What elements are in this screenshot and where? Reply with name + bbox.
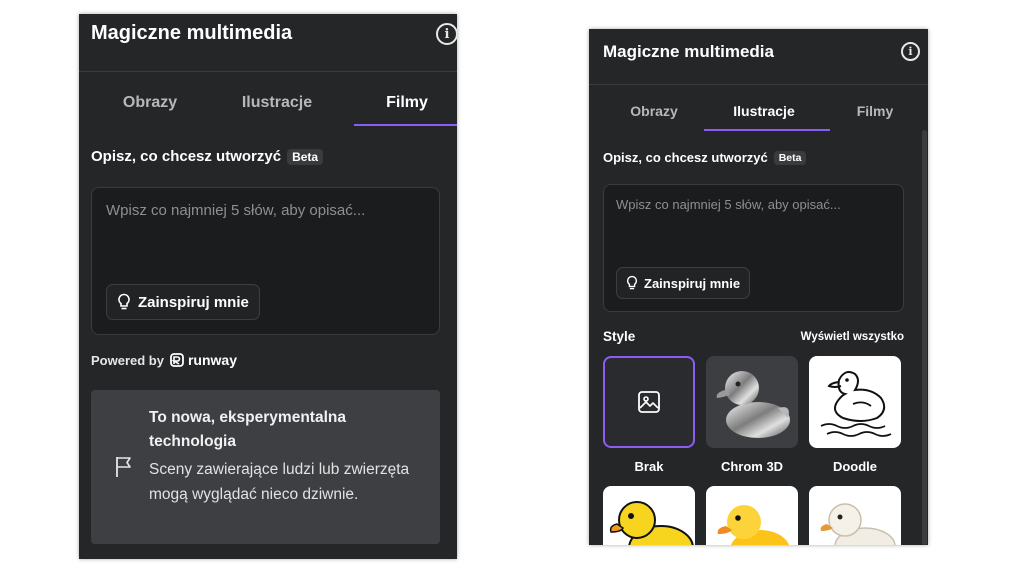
inspire-me-button[interactable]: Zainspiruj mnie [106, 284, 260, 320]
yellow-duck-thumbnail [609, 501, 694, 545]
panel-header: Magiczne multimedia i [79, 14, 457, 72]
tab-images[interactable]: Obrazy [603, 103, 705, 119]
describe-label-text: Opisz, co chcesz utworzyć [603, 150, 768, 165]
tab-videos[interactable]: Filmy [351, 94, 457, 112]
describe-label: Opisz, co chcesz utworzyć Beta [91, 148, 324, 165]
describe-label-text: Opisz, co chcesz utworzyć [91, 148, 282, 165]
doodle-duck-thumbnail [820, 371, 892, 437]
tab-images[interactable]: Obrazy [91, 94, 209, 112]
tab-illustrations[interactable]: Ilustracje [709, 103, 819, 119]
style-label-chrome-3d: Chrom 3D [720, 459, 784, 474]
active-tab-indicator [704, 129, 830, 131]
prompt-placeholder: Wpisz co najmniej 5 słów, aby opisać... [106, 202, 366, 219]
prompt-input[interactable]: Wpisz co najmniej 5 słów, aby opisać... … [91, 187, 440, 335]
white-duck-thumbnail [820, 503, 896, 545]
notice-title: To nowa, eksperymentalna technologia [149, 409, 346, 450]
style-label-none: Brak [634, 459, 664, 474]
chrome-duck-thumbnail [716, 371, 790, 438]
scrollbar[interactable] [922, 130, 927, 545]
notice-body: Sceny zawierające ludzi lub zwierzęta mo… [149, 461, 410, 503]
runway-brand-text: runway [187, 352, 237, 368]
beta-badge: Beta [287, 148, 324, 165]
style-card-white-duck[interactable] [809, 486, 901, 545]
info-icon[interactable]: i [436, 23, 457, 45]
yellow-duck-3d-thumbnail [717, 505, 790, 545]
info-icon[interactable]: i [901, 42, 920, 61]
runway-mark-icon [170, 353, 184, 367]
powered-by-label: Powered by [91, 352, 164, 368]
view-all-link[interactable]: Wyświetl wszystko [801, 331, 904, 343]
powered-by: Powered by runway [91, 352, 237, 368]
experimental-notice: To nowa, eksperymentalna technologia Sce… [91, 390, 440, 544]
magic-media-panel-videos: Magiczne multimedia i Obrazy Ilustracje … [79, 14, 457, 559]
panel-title: Magiczne multimedia [91, 22, 293, 44]
beta-badge: Beta [773, 150, 807, 165]
styles-header: Style Wyświetl wszystko [603, 329, 904, 344]
inspire-me-button[interactable]: Zainspiruj mnie [616, 267, 751, 299]
style-card-yellow-duck-3d[interactable] [706, 486, 798, 545]
magic-media-panel-illustrations: Magiczne multimedia i Obrazy Ilustracje … [589, 29, 928, 545]
style-label-doodle: Doodle [832, 459, 878, 474]
describe-label: Opisz, co chcesz utworzyć Beta [603, 150, 807, 165]
runway-logo: runway [170, 352, 237, 368]
tab-videos[interactable]: Filmy [825, 103, 925, 119]
style-card-doodle[interactable] [809, 356, 901, 448]
panel-header: Magiczne multimedia i [589, 29, 928, 85]
image-icon [638, 391, 660, 413]
inspire-me-label: Zainspiruj mnie [644, 275, 741, 291]
lightbulb-icon [118, 293, 130, 310]
tab-illustrations[interactable]: Ilustracje [213, 94, 341, 112]
lightbulb-icon [627, 275, 637, 290]
style-card-chrome-3d[interactable] [706, 356, 798, 448]
styles-title: Style [603, 329, 636, 344]
active-tab-indicator [354, 124, 457, 126]
style-card-none[interactable] [603, 356, 695, 448]
inspire-me-label: Zainspiruj mnie [138, 293, 249, 311]
style-card-yellow-duck[interactable] [603, 486, 695, 545]
prompt-placeholder: Wpisz co najmniej 5 słów, aby opisać... [616, 197, 841, 212]
panel-title: Magiczne multimedia [603, 42, 774, 61]
flag-icon [116, 457, 131, 477]
prompt-input[interactable]: Wpisz co najmniej 5 słów, aby opisać... … [603, 184, 904, 312]
